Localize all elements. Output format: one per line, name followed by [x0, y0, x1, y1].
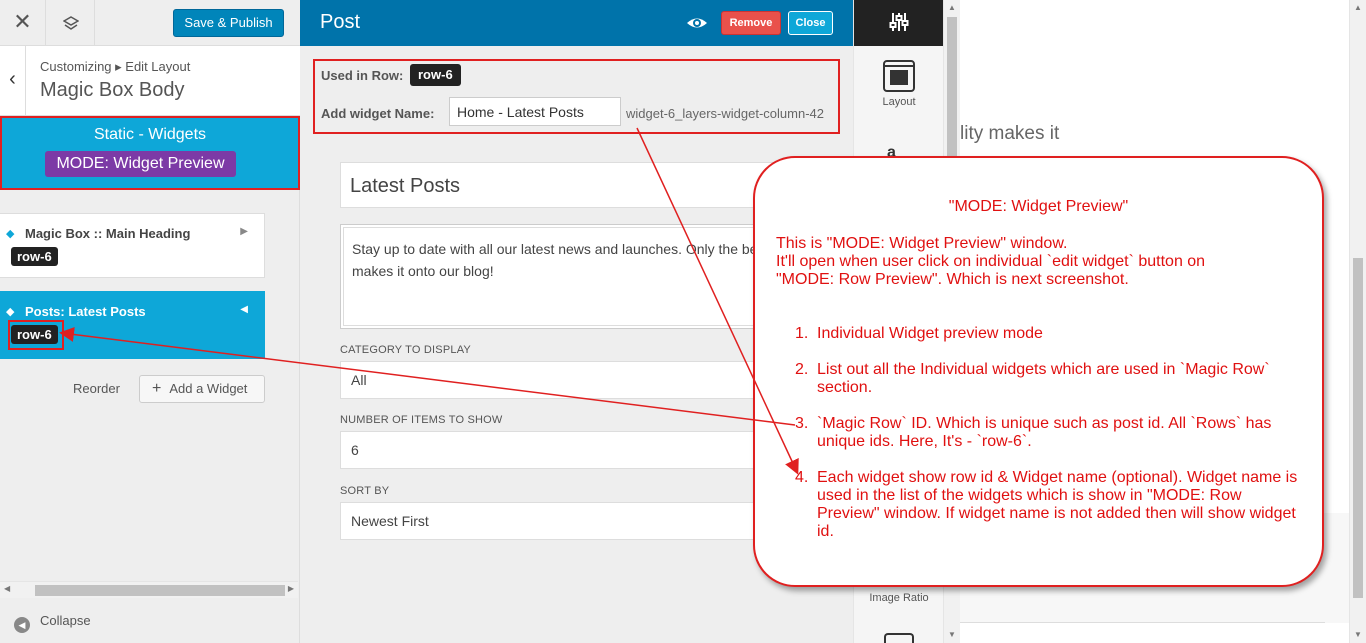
section-title: Magic Box Body: [40, 79, 185, 101]
panel-title: Post: [320, 11, 361, 33]
scrollbar-thumb[interactable]: [1353, 258, 1363, 598]
list-number: 1.: [795, 325, 809, 342]
preview-divider: [960, 622, 1325, 623]
section-header: ‹ Customizing ▸ Edit Layout Magic Box Bo…: [0, 46, 300, 116]
scroll-left-icon[interactable]: ◀: [4, 584, 10, 593]
items-count-label: NUMBER OF ITEMS TO SHOW: [340, 414, 503, 426]
scroll-up-icon[interactable]: ▲: [1354, 3, 1362, 12]
list-text: `Magic Row` ID. Which is unique such as …: [817, 415, 1272, 450]
list-number: 2.: [795, 361, 809, 378]
collapse-button[interactable]: ◀ Collapse: [14, 613, 91, 633]
add-widget-label: Add a Widget: [169, 381, 248, 396]
sliders-icon[interactable]: [889, 12, 909, 32]
save-publish-button[interactable]: Save & Publish: [173, 9, 284, 37]
widget-diamond-icon: ◆: [6, 306, 15, 318]
design-bar-header: [854, 0, 944, 46]
layers-icon[interactable]: [47, 0, 95, 46]
list-text: Each widget show row id & Widget name (o…: [817, 469, 1298, 540]
scroll-up-icon[interactable]: ▲: [948, 3, 956, 12]
add-widget-button[interactable]: + Add a Widget: [139, 375, 265, 403]
list-text: List out all the Individual widgets whic…: [817, 361, 1270, 396]
breadcrumb: Customizing ▸ Edit Layout: [40, 59, 191, 74]
horizontal-scrollbar[interactable]: ◀ ▶: [0, 581, 298, 598]
scroll-down-icon[interactable]: ▼: [1354, 630, 1362, 639]
preview-scrollbar[interactable]: ▲ ▼: [1349, 0, 1366, 643]
callout-intro-line: This is "MODE: Widget Preview" window.: [776, 235, 1068, 252]
scroll-down-icon[interactable]: ▼: [948, 630, 956, 639]
layout-option[interactable]: Layout: [854, 60, 944, 108]
list-number: 4.: [795, 469, 809, 486]
scroll-right-icon[interactable]: ▶: [288, 584, 294, 593]
callout-intro-line: It'll open when user click on individual…: [776, 253, 1206, 270]
callout-list-item: 3. `Magic Row` ID. Which is unique such a…: [795, 415, 1305, 451]
callout-intro: This is "MODE: Widget Preview" window. I…: [776, 235, 1306, 289]
mode-badge: MODE: Widget Preview: [45, 151, 236, 177]
customizer-sidebar: ✕ Save & Publish ‹ Customizing ▸ Edit La…: [0, 0, 300, 643]
reorder-link[interactable]: Reorder: [73, 381, 120, 396]
category-label: CATEGORY TO DISPLAY: [340, 344, 471, 356]
widget-item-latest-posts[interactable]: ◆ Posts: Latest Posts ◀ row-6: [0, 291, 265, 359]
collapse-icon: ◀: [14, 617, 30, 633]
remove-button[interactable]: Remove: [721, 11, 781, 35]
used-in-row-badge: row-6: [410, 64, 461, 86]
callout-intro-line: "MODE: Row Preview". Which is next scree…: [776, 271, 1129, 288]
plus-icon: +: [152, 380, 162, 397]
annotation-highlight: [8, 320, 64, 350]
widget-info-box: Used in Row: row-6 Add widget Name: widg…: [313, 59, 840, 134]
callout-list: 1. Individual Widget preview mode 2. List …: [795, 325, 1305, 559]
collapse-arrow-icon[interactable]: ◀: [240, 304, 248, 315]
widget-diamond-icon: ◆: [6, 228, 15, 240]
static-widgets-title: Static - Widgets: [93, 126, 207, 143]
close-icon[interactable]: ✕: [0, 0, 46, 46]
back-arrow-icon[interactable]: ‹: [0, 46, 26, 116]
widget-name-input[interactable]: [449, 97, 621, 126]
image-icon[interactable]: [884, 633, 914, 643]
preview-text: lity makes it: [960, 123, 1060, 144]
list-number: 3.: [795, 415, 809, 432]
customizer-header: ✕ Save & Publish: [0, 0, 300, 46]
close-button[interactable]: Close: [788, 11, 833, 35]
callout-list-item: 4. Each widget show row id & Widget name …: [795, 469, 1305, 541]
static-widgets-box: Static - Widgets MODE: Widget Preview: [0, 116, 300, 190]
callout-title: "MODE: Widget Preview": [948, 198, 1129, 215]
layout-label: Layout: [882, 96, 916, 108]
image-ratio-label[interactable]: Image Ratio: [854, 592, 944, 604]
callout-list-item: 2. List out all the Individual widgets wh…: [795, 361, 1305, 397]
scrollbar-thumb[interactable]: [35, 585, 285, 596]
list-text: Individual Widget preview mode: [817, 325, 1043, 342]
used-in-row-label: Used in Row:: [321, 68, 404, 83]
sort-by-label: SORT BY: [340, 485, 390, 497]
widget-item-main-heading[interactable]: ◆ Magic Box :: Main Heading ▶ row-6: [0, 213, 265, 278]
annotation-callout: "MODE: Widget Preview" This is "MODE: Wi…: [753, 156, 1324, 587]
widget-id-text: widget-6_layers-widget-column-42: [626, 106, 824, 121]
expand-arrow-icon[interactable]: ▶: [240, 226, 248, 237]
layout-icon: [883, 60, 915, 92]
post-panel-header: Post Remove Close: [300, 0, 853, 46]
add-widget-name-label: Add widget Name:: [321, 106, 435, 121]
widget-item-label: Posts: Latest Posts: [25, 304, 146, 319]
widget-item-label: Magic Box :: Main Heading: [25, 226, 191, 241]
row-id-badge: row-6: [11, 247, 58, 266]
collapse-label: Collapse: [40, 613, 91, 628]
callout-list-item: 1. Individual Widget preview mode: [795, 325, 1305, 343]
eye-icon[interactable]: [686, 13, 708, 33]
